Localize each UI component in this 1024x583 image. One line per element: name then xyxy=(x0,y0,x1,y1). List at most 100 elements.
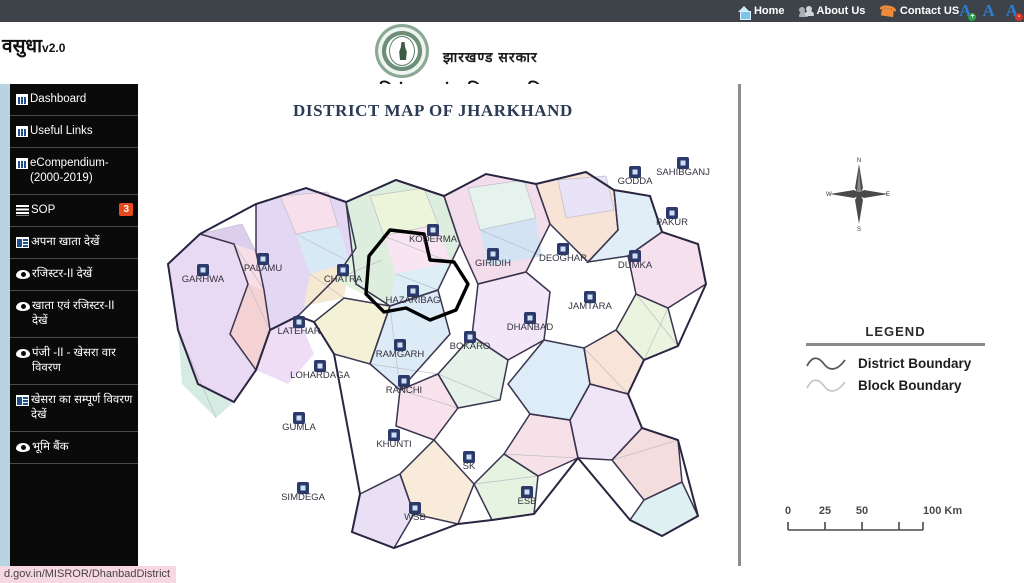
nav-item-about-us[interactable]: About Us xyxy=(798,5,866,17)
district-label: SAHIBGANJ xyxy=(656,167,710,178)
district-marker-inner xyxy=(296,415,302,421)
sidebar-item-register-2[interactable]: रजिस्टर-II देखें xyxy=(10,259,138,291)
district-label: GUMLA xyxy=(282,422,316,433)
sidebar-item-panji-2-khesra[interactable]: पंजी -II - खेसरा वार विवरण xyxy=(10,338,138,385)
sidebar-item-ecompendium[interactable]: eCompendium-(2000-2019) xyxy=(10,148,138,195)
district-marker-inner xyxy=(430,227,436,233)
district-label: WSB xyxy=(404,512,426,523)
sop-badge: 3 xyxy=(119,203,133,216)
district-marker[interactable]: JAMTARA xyxy=(568,291,612,312)
district-marker-inner xyxy=(527,315,533,321)
legend-entry-district-boundary: District Boundary xyxy=(804,354,1013,372)
district-label: CHATRA xyxy=(324,274,363,285)
district-label: HAZARIBAG xyxy=(386,295,441,306)
logo-version: v2.0 xyxy=(42,41,66,55)
jharkhand-emblem-icon xyxy=(375,24,429,78)
district-marker[interactable]: GODDA xyxy=(618,166,654,187)
sidebar-item-label: भूमि बैंक xyxy=(32,441,69,453)
eye-icon xyxy=(16,442,30,453)
district-label: BOKARO xyxy=(450,341,491,352)
document-icon xyxy=(16,395,29,406)
district-boundary-swatch-icon xyxy=(806,357,846,370)
district-marker-inner xyxy=(397,342,403,348)
users-icon xyxy=(798,5,814,17)
district-marker[interactable]: SAHIBGANJ xyxy=(656,157,710,178)
scale-tick-label: 100 Km xyxy=(923,505,962,517)
district-marker-inner xyxy=(669,210,675,216)
district-marker-inner xyxy=(587,294,593,300)
legend-title: LEGEND xyxy=(865,324,926,339)
sidebar-item-useful-links[interactable]: Useful Links xyxy=(10,116,138,148)
district-marker-inner xyxy=(412,505,418,511)
panel-divider xyxy=(738,84,741,566)
government-title: झारखण्ड सरकार xyxy=(443,49,538,65)
district-marker[interactable]: SIMDEGA xyxy=(281,482,326,503)
sidebar-item-label: SOP xyxy=(31,204,56,216)
district-label: JAMTARA xyxy=(568,301,612,312)
district-label: SIMDEGA xyxy=(281,492,325,503)
district-label: RANCHI xyxy=(386,385,422,396)
district-marker-inner xyxy=(391,432,397,438)
compass-north-label: N xyxy=(857,158,861,164)
compass-east-label: E xyxy=(886,192,890,198)
scale-tick-label: 25 xyxy=(819,505,831,517)
nav-label-about-us: About Us xyxy=(816,5,866,17)
district-marker-inner xyxy=(467,334,473,340)
sidebar-item-khata-register-2[interactable]: खाता एवं रजिस्टर-II देखें xyxy=(10,291,138,338)
district-marker[interactable]: KHUNTI xyxy=(376,429,412,450)
sidebar-item-label: पंजी -II - खेसरा वार विवरण xyxy=(32,347,116,374)
site-header: वसुधाv2.0 झारखण्ड सरकार राजस्व,निबंधन एव… xyxy=(0,22,1024,100)
nav-item-contact-us[interactable]: ☎ Contact US xyxy=(878,2,960,20)
district-marker-inner xyxy=(410,288,416,294)
font-reset-button[interactable]: A xyxy=(982,1,994,21)
block-boundary-swatch-icon xyxy=(806,379,846,392)
district-marker-inner xyxy=(490,251,496,257)
district-marker[interactable]: PAKUR xyxy=(656,207,688,228)
district-label: ESB xyxy=(517,496,536,507)
left-accent-strip xyxy=(0,84,10,566)
district-marker-inner xyxy=(466,454,472,460)
map-content-area: DISTRICT MAP OF JHARKHAND GARHWA PALAMU … xyxy=(138,84,1024,566)
font-increase-button[interactable]: A + xyxy=(959,1,977,21)
district-label: DEOGHAR xyxy=(539,253,587,264)
compass-west-label: W xyxy=(826,192,832,198)
district-marker-inner xyxy=(260,256,266,262)
sidebar-item-dashboard[interactable]: Dashboard xyxy=(10,84,138,116)
nav-item-home[interactable]: Home xyxy=(737,5,785,20)
district-label: DHANBAD xyxy=(507,322,554,333)
plus-icon: + xyxy=(968,13,977,21)
eye-icon xyxy=(16,348,30,359)
site-logo[interactable]: वसुधाv2.0 xyxy=(2,32,65,58)
sidebar-item-label: रजिस्टर-II देखें xyxy=(32,268,93,280)
sidebar-item-label: खाता एवं रजिस्टर-II देखें xyxy=(32,300,115,327)
legend-entry-label: Block Boundary xyxy=(858,377,962,393)
district-label: LATEHAR xyxy=(277,326,320,337)
legend-rule xyxy=(806,343,985,346)
district-label: DUMKA xyxy=(618,260,653,271)
district-label: LOHARDAGA xyxy=(290,370,350,381)
scale-tick-label: 0 xyxy=(785,505,791,517)
sidebar-item-khesra-details[interactable]: खेसरा का सम्पूर्ण विवरण देखें xyxy=(10,385,138,432)
sidebar-item-apna-khata[interactable]: अपना खाता देखें xyxy=(10,227,138,259)
district-marker-inner xyxy=(560,246,566,252)
district-marker[interactable]: SK xyxy=(463,451,476,472)
nav-label-contact-us: Contact US xyxy=(899,5,960,17)
sidebar-item-label: Dashboard xyxy=(30,93,87,105)
district-label: GODDA xyxy=(618,176,654,187)
district-marker-inner xyxy=(401,378,407,384)
district-label: PAKUR xyxy=(656,217,688,228)
sidebar-item-bhumi-bank[interactable]: भूमि बैंक xyxy=(10,432,138,464)
district-label: RAMGARH xyxy=(376,349,425,360)
sidebar-item-label: अपना खाता देखें xyxy=(31,236,100,248)
sidebar-item-sop[interactable]: SOP 3 xyxy=(10,195,138,227)
map-legend: LEGEND District Boundary Block Boundary xyxy=(778,324,1013,398)
district-label: PALAMU xyxy=(244,263,283,274)
district-marker-inner xyxy=(296,319,302,325)
font-decrease-button[interactable]: A - xyxy=(1006,1,1023,21)
district-label: GARHWA xyxy=(182,274,225,285)
district-marker[interactable]: GUMLA xyxy=(282,412,317,433)
legend-entry-block-boundary: Block Boundary xyxy=(804,376,1013,394)
browser-status-bar: d.gov.in/MISROR/DhanbadDistrict xyxy=(0,566,177,583)
district-label: KODERMA xyxy=(409,234,458,245)
district-marker-inner xyxy=(632,253,638,259)
